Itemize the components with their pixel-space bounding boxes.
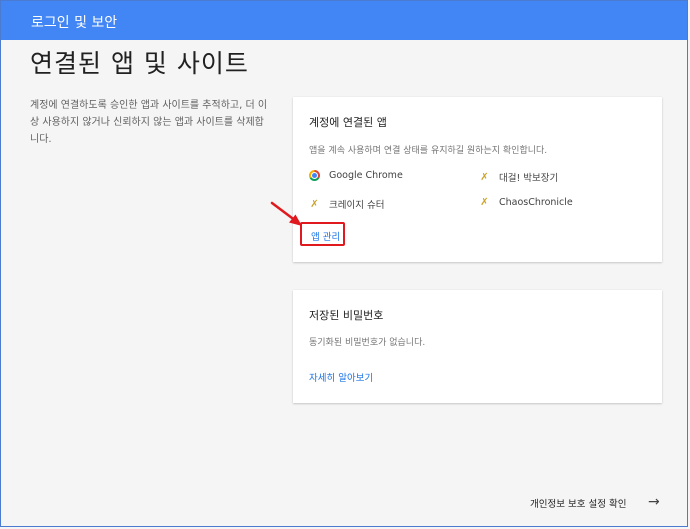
app-name: 대걸! 박보장기	[499, 173, 559, 184]
page-description: 계정에 연결하도록 승인한 앱과 사이트를 추적하고, 더 이상 사용하지 않거…	[30, 100, 268, 145]
app-name: 크레이지 슈터	[329, 200, 385, 211]
connected-apps-title: 계정에 연결된 앱	[309, 116, 387, 129]
arrow-right-icon[interactable]: →	[648, 494, 660, 510]
saved-passwords-subtitle: 동기화된 비밀번호가 없습니다.	[309, 338, 426, 348]
privacy-checkup-link[interactable]: 개인정보 보호 설정 확인	[530, 496, 626, 510]
app-item-chaos-chronicle: ✗ ChaosChronicle	[479, 197, 573, 208]
app-item-crazy-shooter: ✗ 크레이지 슈터	[309, 197, 385, 212]
red-arrow-icon	[270, 201, 302, 226]
wand-icon: ✗	[480, 197, 489, 208]
app-name: ChaosChronicle	[499, 197, 573, 208]
saved-passwords-title: 저장된 비밀번호	[309, 309, 384, 322]
learn-more-link[interactable]: 자세히 알아보기	[309, 370, 373, 384]
chrome-icon	[309, 170, 320, 181]
app-name: Google Chrome	[329, 170, 403, 181]
saved-passwords-card: 저장된 비밀번호 동기화된 비밀번호가 없습니다. 자세히 알아보기	[293, 290, 662, 403]
top-bar: 로그인 및 보안	[1, 1, 687, 40]
connected-apps-card: 계정에 연결된 앱 앱을 계속 사용하며 연결 상태를 유지하길 원하는지 확인…	[293, 97, 662, 262]
top-bar-title: 로그인 및 보안	[31, 15, 118, 31]
wand-icon: ✗	[310, 198, 319, 210]
connected-apps-subtitle: 앱을 계속 사용하며 연결 상태를 유지하길 원하는지 확인합니다.	[309, 146, 548, 156]
app-item-dae-geol: ✗ 대걸! 박보장기	[479, 170, 559, 185]
app-item-google-chrome: Google Chrome	[309, 170, 403, 181]
wand-icon: ✗	[480, 171, 489, 183]
page-title: 연결된 앱 및 사이트	[30, 49, 249, 78]
